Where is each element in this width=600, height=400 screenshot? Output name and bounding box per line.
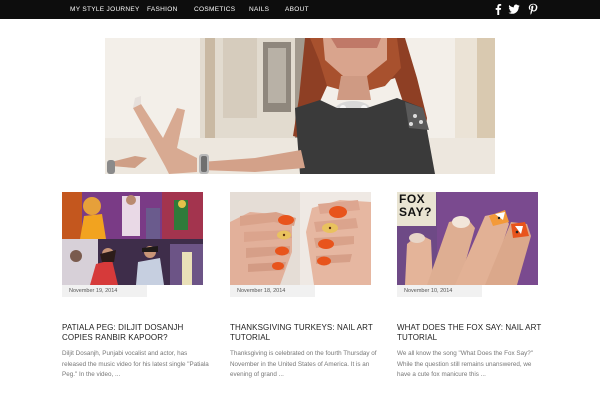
nav-item-fashion[interactable]: FASHION	[147, 0, 178, 19]
post-title[interactable]: THANKSGIVING TURKEYS: NAIL ART TUTORIAL	[230, 323, 380, 343]
thumbnail-caption-line: SAY?	[399, 205, 432, 219]
nav-item-my-style-journey[interactable]: MY STYLE JOURNEY	[70, 0, 140, 19]
post-excerpt: Thanksgiving is celebrated on the fourth…	[230, 350, 377, 379]
post-date: November 19, 2014	[62, 285, 147, 297]
hero-image[interactable]	[105, 38, 495, 174]
post-excerpt: We all know the song "What Does the Fox …	[397, 350, 533, 379]
nav-item-nails[interactable]: NAILS	[249, 0, 269, 19]
thumbnail-caption: FOX SAY?	[399, 193, 435, 219]
post-card: November 18, 2014 THANKSGIVING TURKEYS: …	[230, 192, 377, 378]
post-thumbnail[interactable]: FOX SAY?	[397, 192, 538, 285]
post-card: November 19, 2014 PATIALA PEG: DILJIT DO…	[62, 192, 209, 378]
post-excerpt: Diljit Dosanjh, Punjabi vocalist and act…	[62, 350, 209, 379]
post-title[interactable]: PATIALA PEG: DILJIT DOSANJH COPIES RANBI…	[62, 323, 212, 343]
nav-item-about[interactable]: ABOUT	[285, 0, 309, 19]
pinterest-icon[interactable]	[527, 3, 539, 15]
post-card: FOX SAY? November 10, 2014 WHAT DOES THE…	[397, 192, 541, 378]
post-thumbnail[interactable]	[230, 192, 371, 285]
post-date: November 10, 2014	[397, 285, 482, 297]
twitter-icon[interactable]	[508, 3, 520, 15]
nav-item-cosmetics[interactable]: COSMETICS	[194, 0, 235, 19]
post-title[interactable]: WHAT DOES THE FOX SAY: NAIL ART TUTORIAL	[397, 323, 547, 343]
facebook-icon[interactable]	[492, 3, 504, 15]
post-thumbnail[interactable]	[62, 192, 203, 285]
top-navigation-bar: MY STYLE JOURNEY FASHION COSMETICS NAILS…	[0, 0, 600, 19]
post-date: November 18, 2014	[230, 285, 315, 297]
